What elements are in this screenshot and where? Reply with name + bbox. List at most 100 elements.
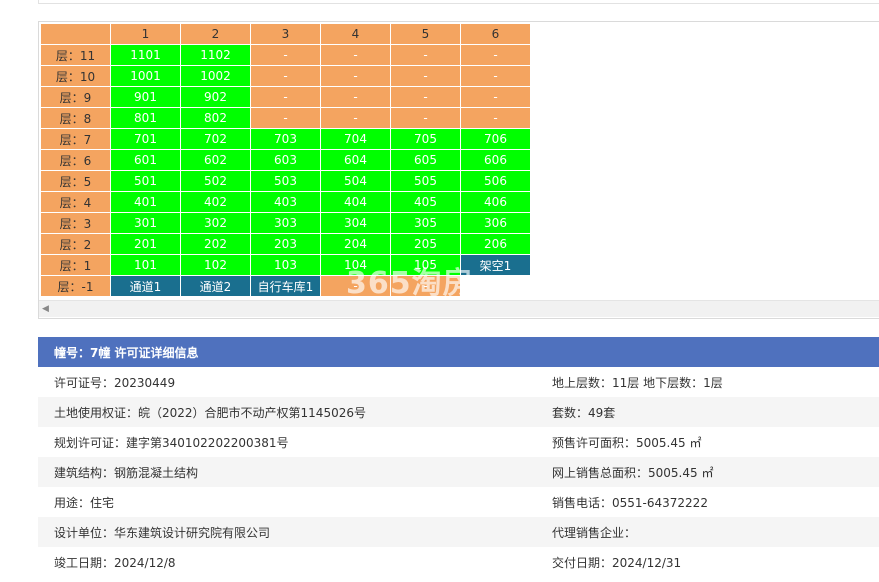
unit-cell[interactable]: 406 [461, 192, 531, 213]
unit-cell[interactable]: 702 [181, 129, 251, 150]
floor-label: 层：3 [41, 213, 111, 234]
unit-cell[interactable]: 802 [181, 108, 251, 129]
unit-cell: - [321, 66, 391, 87]
unit-cell: - [251, 87, 321, 108]
unit-cell[interactable]: 201 [111, 234, 181, 255]
unit-cell[interactable]: 203 [251, 234, 321, 255]
column-header: 4 [321, 24, 391, 45]
unit-cell: - [391, 66, 461, 87]
unit-cell[interactable]: 205 [391, 234, 461, 255]
unit-cell[interactable]: 701 [111, 129, 181, 150]
unit-cell[interactable]: 103 [251, 255, 321, 276]
unit-cell[interactable]: 1101 [111, 45, 181, 66]
info-left-value: 规划许可证：建字第340102202200381号 [54, 435, 289, 450]
unit-cell[interactable]: 101 [111, 255, 181, 276]
floor-label: 层：9 [41, 87, 111, 108]
floor-unit-grid-panel: 1 2 3 4 5 6 层：11 1101 1102- - - - 层：10 1001 1002- - - - 层：… [38, 21, 879, 319]
info-row: 规划许可证：建字第340102202200381号 预售许可面积：5005.45 … [38, 427, 879, 457]
unit-cell[interactable]: 自行车库1 [251, 276, 321, 297]
unit-cell[interactable]: 202 [181, 234, 251, 255]
floor-label: 层：10 [41, 66, 111, 87]
unit-cell[interactable]: 304 [321, 213, 391, 234]
unit-cell[interactable]: 404 [321, 192, 391, 213]
unit-cell[interactable]: 703 [251, 129, 321, 150]
unit-cell[interactable]: 306 [461, 213, 531, 234]
unit-cell[interactable]: 402 [181, 192, 251, 213]
unit-cell[interactable]: 503 [251, 171, 321, 192]
floor-label: 层：2 [41, 234, 111, 255]
unit-cell: - [321, 87, 391, 108]
unit-cell[interactable]: 403 [251, 192, 321, 213]
floor-label: 层：11 [41, 45, 111, 66]
unit-cell: - [321, 276, 391, 297]
info-left-value: 许可证号：20230449 [54, 375, 176, 390]
column-header: 2 [181, 24, 251, 45]
unit-cell[interactable]: 通道2 [181, 276, 251, 297]
floor-label: 层：6 [41, 150, 111, 171]
unit-cell[interactable]: 705 [391, 129, 461, 150]
unit-cell: - [391, 108, 461, 129]
unit-cell[interactable]: 1002 [181, 66, 251, 87]
unit-cell[interactable]: 506 [461, 171, 531, 192]
unit-cell[interactable]: 606 [461, 150, 531, 171]
unit-cell: - [461, 45, 531, 66]
unit-cell[interactable]: 1102 [181, 45, 251, 66]
unit-cell[interactable]: 302 [181, 213, 251, 234]
unit-cell[interactable]: 401 [111, 192, 181, 213]
unit-cell[interactable]: 102 [181, 255, 251, 276]
floor-unit-grid: 1 2 3 4 5 6 层：11 1101 1102- - - - 层：10 1001 1002- - - - 层：… [41, 24, 531, 297]
top-panel [38, 0, 879, 4]
info-row: 竣工日期：2024/12/8 交付日期：2024/12/31 [38, 547, 879, 577]
unit-cell: - [391, 276, 461, 297]
floor-label: 层：4 [41, 192, 111, 213]
unit-cell[interactable]: 901 [111, 87, 181, 108]
unit-cell[interactable]: 1001 [111, 66, 181, 87]
info-right-value: 套数：49套 [552, 405, 616, 420]
permit-info-title: 幢号：7幢 许可证详细信息 [38, 337, 879, 367]
unit-cell[interactable]: 704 [321, 129, 391, 150]
floor-label: 层：1 [41, 255, 111, 276]
unit-cell[interactable]: 504 [321, 171, 391, 192]
unit-cell[interactable]: 603 [251, 150, 321, 171]
unit-cell[interactable]: 105 [391, 255, 461, 276]
floor-label: 层：8 [41, 108, 111, 129]
unit-cell: - [251, 108, 321, 129]
unit-cell[interactable]: 204 [321, 234, 391, 255]
unit-cell[interactable]: 505 [391, 171, 461, 192]
unit-cell[interactable]: 305 [391, 213, 461, 234]
unit-cell[interactable]: 架空1 [461, 255, 531, 276]
unit-cell: - [321, 108, 391, 129]
info-left-value: 土地使用权证：皖（2022）合肥市不动产权第1145026号 [54, 405, 366, 420]
unit-cell[interactable]: 604 [321, 150, 391, 171]
unit-cell: - [251, 45, 321, 66]
unit-cell[interactable]: 706 [461, 129, 531, 150]
floor-label: 层：-1 [41, 276, 111, 297]
info-left-value: 竣工日期：2024/12/8 [54, 555, 176, 570]
column-header: 3 [251, 24, 321, 45]
unit-cell: - [461, 108, 531, 129]
unit-cell[interactable]: 605 [391, 150, 461, 171]
unit-cell[interactable]: 405 [391, 192, 461, 213]
unit-cell[interactable]: 502 [181, 171, 251, 192]
info-left-value: 建筑结构：钢筋混凝土结构 [54, 465, 199, 480]
unit-cell: - [321, 45, 391, 66]
unit-cell[interactable]: 801 [111, 108, 181, 129]
unit-cell[interactable]: 601 [111, 150, 181, 171]
blank-cell [461, 276, 531, 297]
horizontal-scrollbar[interactable]: ◀ [39, 300, 879, 317]
unit-cell: - [251, 66, 321, 87]
floor-label: 层：5 [41, 171, 111, 192]
unit-cell[interactable]: 通道1 [111, 276, 181, 297]
unit-cell[interactable]: 301 [111, 213, 181, 234]
info-right-value: 销售电话：0551-64372222 [552, 495, 708, 510]
unit-cell[interactable]: 104 [321, 255, 391, 276]
unit-cell[interactable]: 902 [181, 87, 251, 108]
unit-cell: - [391, 87, 461, 108]
unit-cell[interactable]: 206 [461, 234, 531, 255]
unit-cell: - [391, 45, 461, 66]
scroll-left-icon[interactable]: ◀ [42, 304, 49, 314]
unit-cell[interactable]: 501 [111, 171, 181, 192]
info-right-value: 交付日期：2024/12/31 [552, 555, 682, 570]
unit-cell[interactable]: 602 [181, 150, 251, 171]
unit-cell[interactable]: 303 [251, 213, 321, 234]
